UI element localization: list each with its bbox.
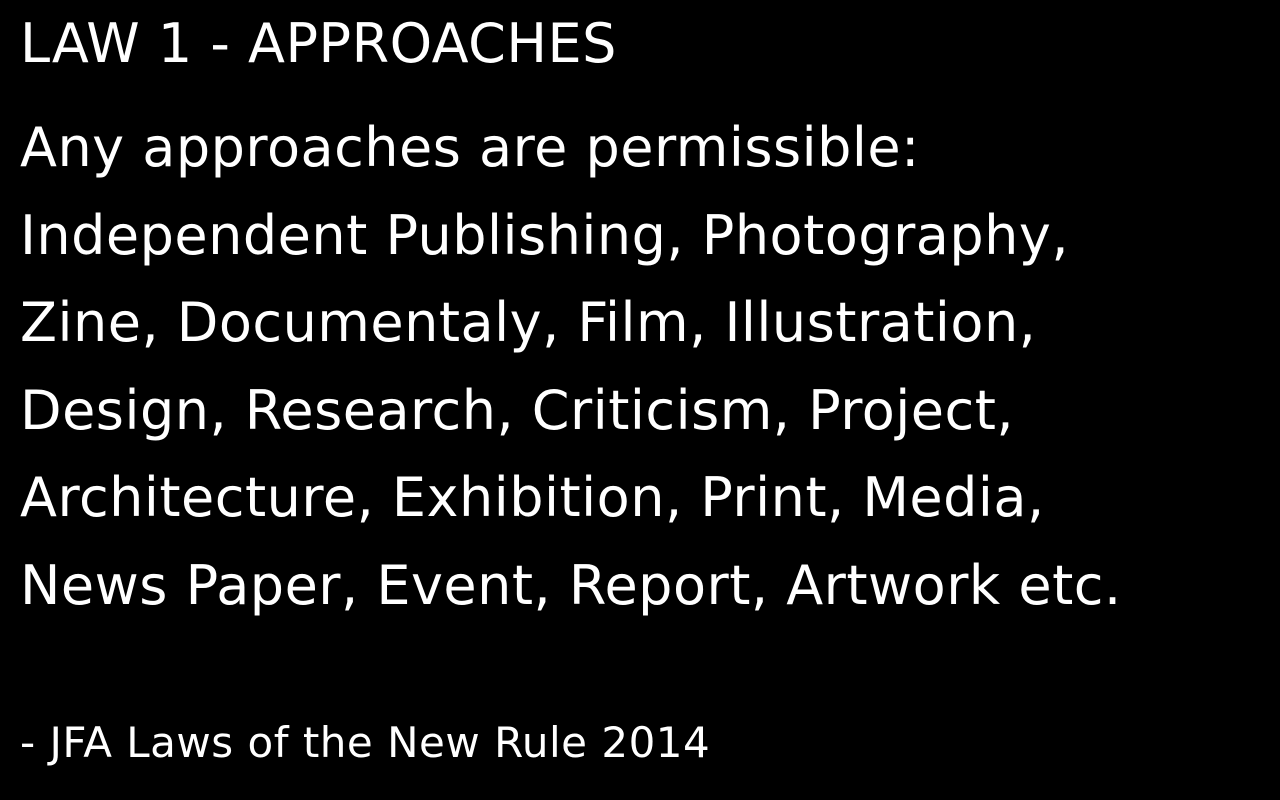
law-slide: LAW 1 - APPROACHES Any approaches are pe… [0, 0, 1280, 800]
law-body-line: Architecture, Exhibition, Print, Media, [20, 466, 1045, 529]
law-body: Any approaches are permissible: Independ… [20, 104, 1122, 629]
law-heading: LAW 1 - APPROACHES [20, 12, 617, 75]
law-body-line: Independent Publishing, Photography, [20, 203, 1069, 267]
attribution: - JFA Laws of the New Rule 2014 [20, 718, 711, 767]
law-body-line: Zine, Documentaly, Film, Illustration, [20, 291, 1037, 354]
law-body-line: Any approaches are permissible: [20, 116, 920, 179]
law-body-line: News Paper, Event, Report, Artwork etc. [20, 553, 1122, 617]
law-body-line: Design, Research, Criticism, Project, [20, 378, 1015, 442]
